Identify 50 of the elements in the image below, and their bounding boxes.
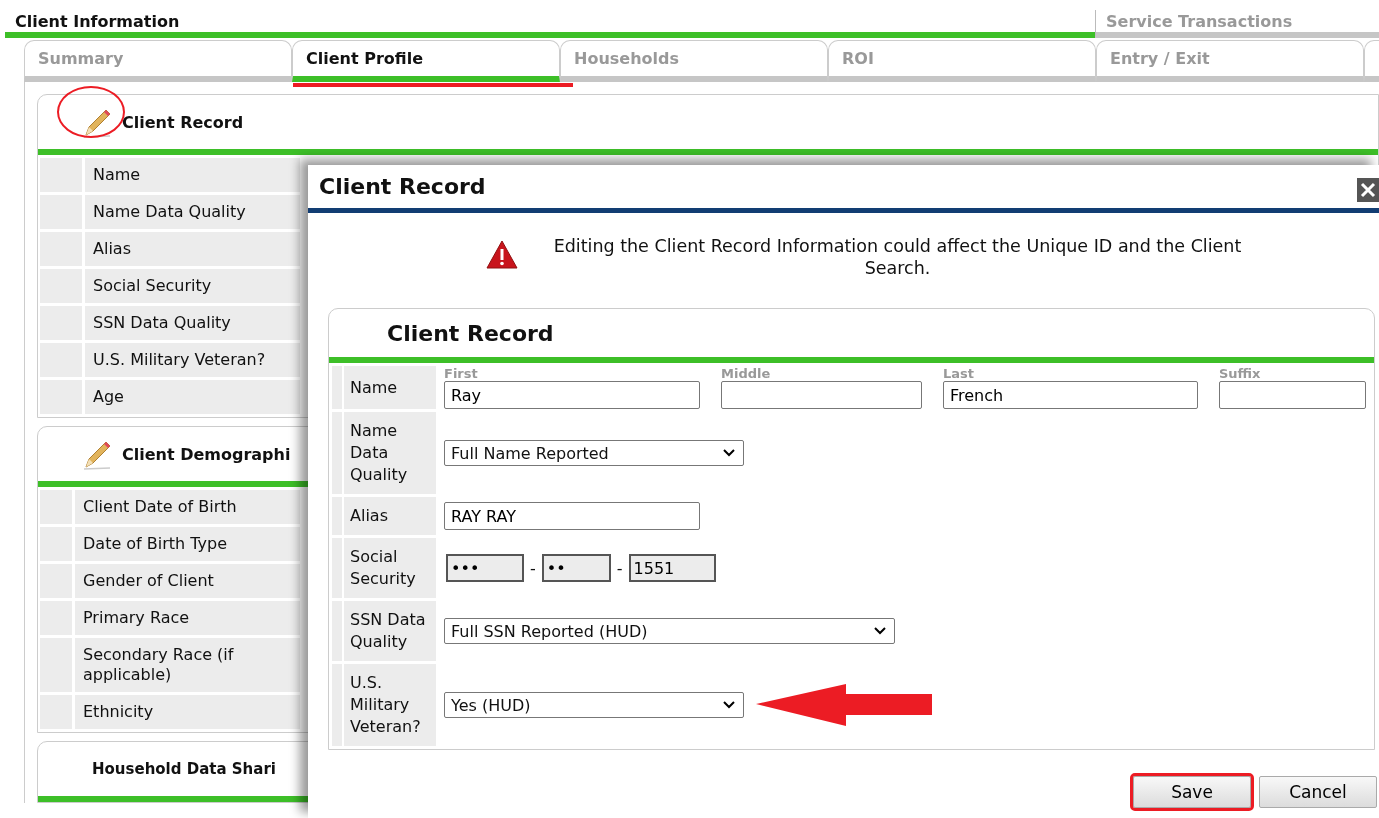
field-label: Secondary Race (if applicable): [75, 638, 300, 692]
section-tab[interactable]: Client Information: [5, 10, 1095, 38]
separator: -: [616, 558, 623, 578]
field-label: Client Date of Birth: [75, 490, 300, 524]
dialog-title: Client Record: [319, 174, 486, 199]
field-label: Name: [344, 366, 436, 409]
text-field[interactable]: RAY RAY: [444, 502, 700, 530]
chevron-down-icon: [874, 627, 886, 635]
chevron-down-icon: [723, 701, 735, 709]
field-label: Alias: [85, 232, 300, 266]
panel-title: Household Data Shari: [92, 760, 276, 778]
field-caption: First: [444, 366, 479, 381]
field-label: U.S. Military Veteran?: [85, 343, 300, 377]
text-field[interactable]: Ray: [444, 381, 700, 409]
chevron-down-icon: [723, 449, 735, 457]
section-title: Client Record: [387, 320, 554, 346]
text-field[interactable]: [721, 381, 922, 409]
panel-title: Client Record: [122, 112, 244, 132]
field-label: Gender of Client: [75, 564, 300, 598]
field-label: Alias: [344, 497, 436, 535]
separator: -: [530, 558, 536, 578]
cancel-button[interactable]: Cancel: [1259, 776, 1377, 808]
field-label: Primary Race: [75, 601, 300, 635]
text-field[interactable]: [1219, 381, 1366, 409]
dropdown[interactable]: Full Name Reported: [444, 440, 744, 466]
warning-message: Editing the Client Record Information could affect the Unique ID and the Client Search.: [552, 235, 1243, 279]
save-button[interactable]: Save: [1133, 776, 1251, 808]
field-label: Name Data Quality: [85, 195, 300, 229]
field-label: Date of Birth Type: [75, 527, 300, 561]
close-icon[interactable]: [1357, 178, 1379, 202]
field-caption: Last: [943, 366, 975, 381]
field-caption: Middle: [721, 366, 772, 381]
ssn-field[interactable]: ••: [541, 554, 611, 582]
field-label: Name Data Quality: [344, 412, 436, 494]
ssn-field[interactable]: 1551: [628, 554, 716, 582]
field-caption: Suffix: [1219, 366, 1262, 381]
warning-icon: [484, 239, 519, 271]
ssn-field[interactable]: •••: [446, 554, 524, 582]
field-label: Ethnicity: [75, 695, 300, 729]
field-label: Age: [85, 380, 300, 414]
field-label: SSN Data Quality: [344, 601, 436, 661]
text-field[interactable]: French: [943, 381, 1198, 409]
dropdown[interactable]: Yes (HUD): [444, 692, 744, 718]
field-label: Name: [85, 158, 300, 192]
field-label: SSN Data Quality: [85, 306, 300, 340]
field-label: Social Security: [85, 269, 300, 303]
dropdown[interactable]: Full SSN Reported (HUD): [444, 618, 895, 644]
panel-title: Client Demographi: [122, 444, 291, 464]
field-label: Social Security: [344, 538, 436, 598]
field-label: U.S. Military Veteran?: [344, 664, 436, 746]
